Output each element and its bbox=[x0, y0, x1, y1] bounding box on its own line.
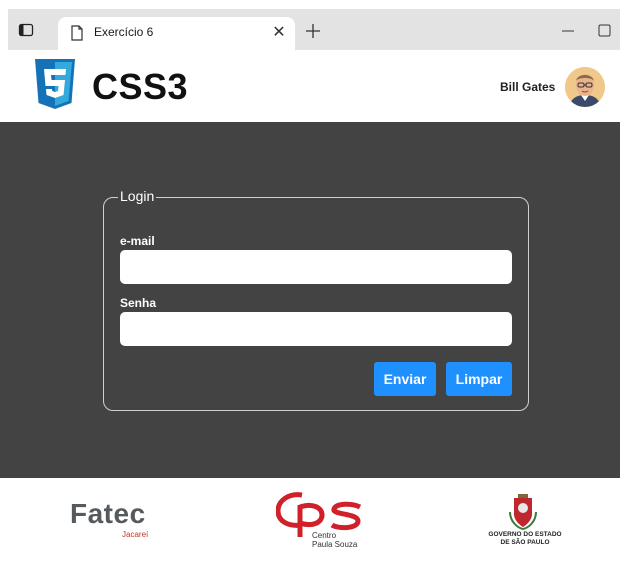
fatec-campus: Jacareí bbox=[122, 530, 149, 539]
sao-paulo-coat-of-arms-icon bbox=[509, 494, 537, 530]
document-icon bbox=[71, 25, 83, 41]
fatec-logo: Fatec bbox=[70, 498, 146, 529]
reset-button[interactable]: Limpar bbox=[446, 362, 512, 396]
username: Bill Gates bbox=[500, 80, 556, 94]
email-field[interactable] bbox=[120, 250, 512, 284]
cps-text-line2: Paula Souza bbox=[312, 540, 358, 549]
new-tab-icon[interactable] bbox=[302, 20, 324, 42]
login-legend: Login bbox=[118, 188, 157, 204]
password-label: Senha bbox=[120, 296, 157, 310]
tab-title: Exercício 6 bbox=[94, 25, 154, 39]
browser-chrome: Exercício 6 ✕ bbox=[0, 0, 620, 50]
gov-text-line2: DE SÃO PAULO bbox=[500, 539, 550, 546]
cps-text-line1: Centro bbox=[312, 531, 337, 540]
close-tab-icon[interactable]: ✕ bbox=[268, 22, 290, 44]
maximize-icon[interactable] bbox=[596, 22, 614, 40]
email-label: e-mail bbox=[120, 234, 155, 248]
site-title: CSS3 bbox=[92, 66, 189, 107]
tab-actions-icon[interactable] bbox=[18, 22, 34, 38]
footer: Fatec Jacareí Centro Paula Souza GOVERNO… bbox=[0, 478, 620, 561]
submit-button[interactable]: Enviar bbox=[374, 362, 436, 396]
tab-active[interactable]: Exercício 6 ✕ bbox=[58, 17, 295, 50]
password-field[interactable] bbox=[120, 312, 512, 346]
site-header: CSS3 Bill Gates bbox=[0, 50, 620, 122]
minimize-icon[interactable] bbox=[557, 20, 579, 42]
css3-logo-icon bbox=[35, 59, 75, 109]
gov-text-line1: GOVERNO DO ESTADO bbox=[488, 531, 562, 538]
avatar[interactable] bbox=[565, 67, 605, 107]
login-form: Login e-mail Senha Enviar Limpar bbox=[103, 188, 529, 411]
main-content: Login e-mail Senha Enviar Limpar bbox=[0, 122, 620, 478]
